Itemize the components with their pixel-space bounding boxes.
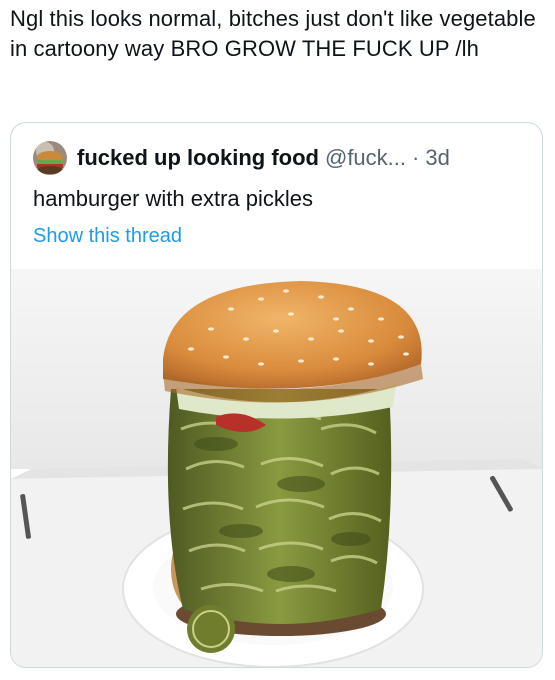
show-thread-link[interactable]: Show this thread [33,225,182,248]
quoted-tweet-header: fucked up looking food @fuck... · 3d [33,141,450,175]
avatar-burger-icon [33,141,67,175]
avatar[interactable] [33,141,67,175]
quoted-tweet-card[interactable]: fucked up looking food @fuck... · 3d ham… [10,122,543,668]
separator: · [412,145,420,170]
display-name[interactable]: fucked up looking food [77,145,319,171]
handle[interactable]: @fuck... [325,145,406,171]
burger-photo[interactable] [11,269,542,667]
tweet-text: Ngl this looks normal, bitches just don'… [10,6,536,61]
timestamp[interactable]: 3d [425,145,449,171]
burger-photo-image [11,269,542,667]
quoted-tweet-text: hamburger with extra pickles [33,186,314,211]
